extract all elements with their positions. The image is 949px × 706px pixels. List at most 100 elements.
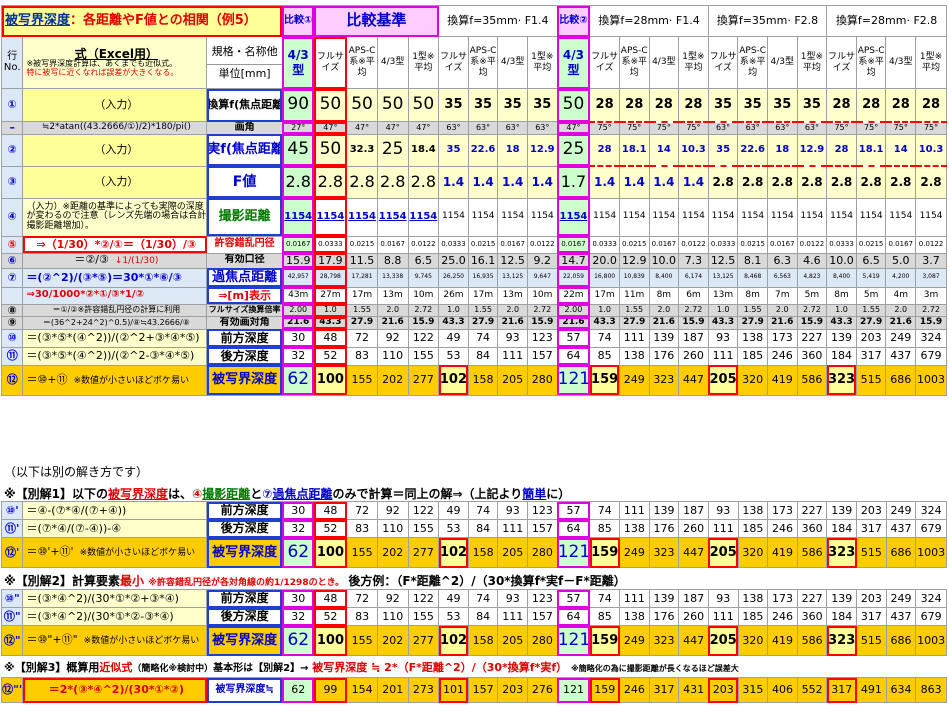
s2-back-value-6: 84 <box>467 607 499 626</box>
r5-value-4: 0.0122 <box>407 235 440 254</box>
r7m-value-18: 8m <box>826 286 857 305</box>
s2-back-value-10: 85 <box>589 607 621 626</box>
row-12: ⑫ ＝⑩+⑪ ※数値が小さいほどボケ易い 被写界深度 62 100 155 202 277 102… <box>0 364 947 396</box>
r8-value-16: 2.0 <box>766 303 798 318</box>
r5-value-8: 0.0122 <box>526 235 558 254</box>
r7m-spec: ⇒[m]表示 <box>206 286 283 305</box>
r6-value-20: 5.0 <box>885 252 917 269</box>
r4-value-7: 1154 <box>497 197 528 237</box>
r-dof-formula-text: ＝⑩+⑪ <box>26 372 68 386</box>
r-dof-value-9: 121 <box>556 364 591 396</box>
r7-value-10: 16,800 <box>589 267 620 288</box>
r4-value-8: 1154 <box>526 197 558 237</box>
r6-value-4: 6.5 <box>407 252 440 269</box>
s1-back-formula-text: ＝(⑦*④/(⑦-④))-④ <box>26 521 122 535</box>
r-dof-value-0: 62 <box>281 364 315 396</box>
sec1-dist: 撮影距離 <box>202 487 251 501</box>
sec1-easy: 簡単 <box>522 487 547 501</box>
r1-value-11: 28 <box>618 88 650 123</box>
subheader-20: 4/3型 <box>885 36 917 89</box>
header-row-no: 行No. <box>0 36 24 89</box>
rdash-value-15: 63° <box>737 121 768 135</box>
s2-front-value-1: 48 <box>313 589 348 608</box>
r4-value-0: 1154 <box>281 197 315 237</box>
rdash-value-3: 47° <box>376 121 409 135</box>
r-dof-value-15: 320 <box>737 364 768 396</box>
r7-formula: ＝(②^2)/(③*⑤)＝30*①*⑥/③ <box>22 267 208 288</box>
r7-value-2: 17,281 <box>346 267 378 288</box>
r-back-value-0: 32 <box>281 346 315 366</box>
r-back-value-11: 138 <box>618 346 650 366</box>
r7m-value-2: 17m <box>346 286 378 305</box>
r1-value-0: 90 <box>281 88 315 122</box>
r6-value-15: 8.1 <box>737 252 768 269</box>
s1-front-value-3: 92 <box>376 501 409 520</box>
r-dof-value-11: 249 <box>618 364 650 396</box>
sec1-prefix: ※【別解1】以下の <box>4 487 109 501</box>
r9-value-2: 27.9 <box>346 316 378 330</box>
r-back-value-8: 157 <box>526 346 558 366</box>
r-back-spec: 後方深度 <box>206 346 283 366</box>
r3-value-16: 2.8 <box>766 165 798 199</box>
r-dof-value-20: 686 <box>885 364 917 396</box>
s2-back-value-4: 155 <box>407 607 440 626</box>
s1-back-value-4: 155 <box>407 519 440 538</box>
r-front-value-11: 111 <box>618 328 650 348</box>
r9-value-12: 21.6 <box>648 316 680 330</box>
r-back-formula: ＝(③*⑤*(④^2))/(②^2-③*④*⑤) <box>22 346 208 366</box>
r8-value-20: 2.0 <box>885 303 917 318</box>
s2-back-value-19: 317 <box>856 607 887 626</box>
r-dof-formula: ＝⑩+⑪ ※数値が小さいほどボケ易い <box>22 364 208 396</box>
s1-back-value-5: 53 <box>438 519 469 538</box>
subheader-3: 4/3型 <box>376 36 409 89</box>
r5-value-5: 0.0333 <box>438 235 469 254</box>
r6-value-17: 4.6 <box>796 252 828 269</box>
s3-value-7: 203 <box>497 677 529 703</box>
r4-value-10: 1154 <box>589 197 620 237</box>
s1-back-value-0: 32 <box>281 519 315 538</box>
s1-front-value-9: 57 <box>556 501 591 520</box>
r-dof-value-10: 159 <box>589 364 620 396</box>
r7-value-8: 9,647 <box>526 267 558 288</box>
s1-front-formula: ＝④-(⑦*④/(⑦+④)) <box>22 501 208 520</box>
subheader-0: 4/3型 <box>281 36 315 89</box>
r4-value-17: 1154 <box>796 197 828 237</box>
r3-value-9: 1.7 <box>556 165 591 199</box>
s1-back-value-1: 52 <box>313 519 348 538</box>
r-back-value-14: 111 <box>707 346 739 366</box>
s1-back-value-7: 111 <box>497 519 529 538</box>
s3-value-16: 406 <box>767 677 798 703</box>
subheader-21: 1型※平均 <box>915 36 947 89</box>
subheader-17: 1型※平均 <box>796 36 828 89</box>
s1-dof-value-10: 159 <box>589 537 621 568</box>
sec1-and: と <box>250 487 263 501</box>
main-table: 被写界深度：各距離やF値との相関（例5） 比較① 比較基準 換算f=35mm· … <box>0 5 947 396</box>
r7-value-9: 22,059 <box>556 267 591 288</box>
r-front-value-14: 93 <box>707 328 739 348</box>
s1-back-value-16: 246 <box>767 519 798 538</box>
r2-value-16: 18 <box>766 133 798 168</box>
s1-dof-value-16: 419 <box>767 537 798 568</box>
r7-value-18: 8,400 <box>826 267 857 288</box>
r2-value-13: 10.3 <box>678 133 709 168</box>
section2-heading: ※【別解2】計算要素最小 ※許容錯乱円径が各対角線の約1/1298のとき。 後方… <box>4 572 626 589</box>
s2-front-formula: ＝(③*④^2)/(30*①*②+③*④) <box>22 589 208 608</box>
r7-value-11: 10,839 <box>618 267 650 288</box>
rdash-value-5: 63° <box>438 121 469 135</box>
r-front-value-1: 48 <box>313 328 348 348</box>
r7m-value-12: 8m <box>648 286 680 305</box>
r1-value-16: 35 <box>766 88 798 123</box>
r7-value-1: 28,798 <box>313 267 348 288</box>
s1-front-no: ⑩' <box>0 501 24 520</box>
r9-spec: 有効画対角 <box>206 316 283 330</box>
r7m-no <box>0 286 24 305</box>
s1-back-value-8: 157 <box>527 519 558 538</box>
r-dof-value-4: 277 <box>407 364 440 396</box>
r1-formula: （入力） <box>22 88 208 122</box>
s3-no: ⑫"' <box>0 677 24 703</box>
s2-back-value-17: 360 <box>796 607 828 626</box>
rdash-value-13: 75° <box>678 121 709 135</box>
s3-value-4: 273 <box>407 677 440 703</box>
r3-value-6: 1.4 <box>467 165 499 199</box>
r-front-value-9: 57 <box>556 328 591 348</box>
